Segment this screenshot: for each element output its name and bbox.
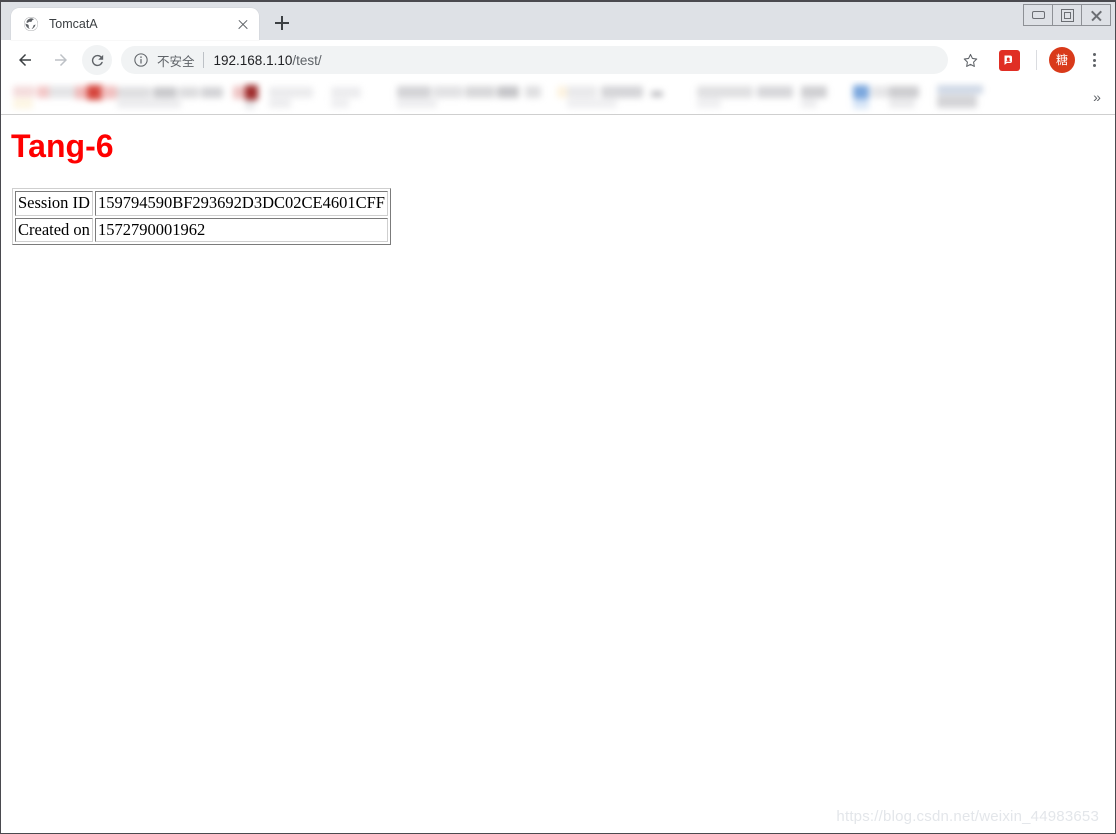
three-dots-icon — [1092, 53, 1096, 67]
bookmark-item[interactable] — [245, 85, 258, 100]
close-window-icon — [1090, 9, 1103, 22]
bookmark-item[interactable] — [937, 85, 983, 94]
bookmark-item[interactable] — [567, 99, 617, 108]
tab-strip: TomcatA — [1, 2, 1115, 40]
bookmark-item[interactable] — [117, 99, 181, 108]
watermark: https://blog.csdn.net/weixin_44983653 — [836, 808, 1099, 825]
bookmark-item[interactable] — [889, 86, 919, 98]
bookmark-item[interactable] — [525, 86, 541, 98]
restore-icon — [1060, 8, 1074, 22]
new-tab-button[interactable] — [267, 8, 297, 38]
globe-icon — [23, 16, 39, 32]
bookmark-item[interactable] — [397, 86, 431, 98]
bookmark-item[interactable] — [757, 86, 793, 98]
bookmark-item[interactable] — [13, 86, 35, 97]
session-id-label: Session ID — [15, 191, 93, 216]
back-button[interactable] — [10, 45, 40, 75]
tab-title: TomcatA — [49, 17, 98, 31]
bookmark-item[interactable] — [497, 86, 519, 98]
bookmark-item[interactable] — [937, 95, 977, 108]
arrow-right-icon — [55, 54, 67, 66]
bookmark-item[interactable] — [567, 86, 597, 98]
bookmark-item[interactable] — [889, 99, 915, 108]
url-host: 192.168.1.10 — [213, 52, 293, 68]
session-id-value: 159794590BF293692D3DC02CE4601CFF — [94, 191, 388, 216]
created-on-value: 1572790001962 — [94, 217, 388, 243]
omnibox-divider — [202, 52, 204, 68]
bookmark-item[interactable] — [117, 87, 151, 98]
info-circle-icon[interactable] — [133, 52, 149, 68]
bookmark-button[interactable] — [956, 46, 984, 74]
bookmark-item[interactable] — [397, 99, 437, 108]
page-title: Tang-6 — [11, 128, 114, 164]
bookmark-item[interactable] — [601, 86, 643, 98]
bookmark-item[interactable] — [153, 87, 177, 98]
table-row: Session ID 159794590BF293692D3DC02CE4601… — [15, 191, 388, 216]
bookmarks-blurred-content — [1, 80, 1115, 114]
minimize-icon — [1031, 11, 1045, 19]
window-controls — [1023, 4, 1111, 26]
bookmark-item[interactable] — [331, 99, 349, 108]
bookmark-item[interactable] — [651, 91, 663, 97]
star-icon — [963, 53, 977, 67]
bookmark-item[interactable] — [433, 86, 463, 98]
chrome-menu-button[interactable] — [1081, 45, 1107, 75]
bookmark-item[interactable] — [179, 87, 199, 98]
reload-button[interactable] — [82, 45, 112, 75]
bookmark-item[interactable] — [801, 99, 817, 108]
security-status-text: 不安全 — [157, 54, 195, 69]
page-content: Tang-6 Session ID 159794590BF293692D3DC0… — [1, 115, 1115, 833]
extension-icon — [998, 49, 1020, 71]
maximize-button[interactable] — [1053, 4, 1082, 26]
browser-tab[interactable]: TomcatA — [11, 8, 259, 40]
profile-button[interactable]: 糖 — [1047, 45, 1077, 75]
minimize-button[interactable] — [1023, 4, 1053, 26]
bookmark-item[interactable] — [871, 86, 891, 98]
reload-icon — [91, 54, 103, 66]
bookmarks-bar: » — [1, 80, 1115, 115]
avatar: 糖 — [1049, 47, 1075, 73]
bookmark-item[interactable] — [269, 99, 291, 108]
bookmark-item[interactable] — [697, 99, 721, 108]
bookmark-item[interactable] — [697, 86, 753, 98]
address-bar[interactable]: 不安全 192.168.1.10/test/ — [121, 46, 948, 74]
bookmark-item[interactable] — [269, 87, 313, 98]
forward-button[interactable] — [46, 45, 76, 75]
created-on-label: Created on — [15, 217, 93, 243]
bookmark-item[interactable] — [13, 98, 33, 109]
bookmark-item[interactable] — [853, 99, 869, 109]
bookmark-item[interactable] — [801, 86, 827, 98]
bookmark-item[interactable] — [101, 86, 117, 99]
bookmark-item[interactable] — [853, 85, 869, 99]
arrow-left-icon — [19, 54, 31, 66]
browser-window: TomcatA 不安全 192.168.1.10/test/ 糖 » Tang-… — [0, 0, 1116, 834]
bookmark-item[interactable] — [245, 100, 255, 109]
browser-toolbar: 不安全 192.168.1.10/test/ 糖 — [1, 40, 1115, 80]
close-window-button[interactable] — [1082, 4, 1111, 26]
table-row: Created on 1572790001962 — [15, 217, 388, 243]
url-path: /test/ — [292, 52, 322, 68]
bookmark-item[interactable] — [331, 87, 361, 98]
bookmark-item[interactable] — [465, 86, 495, 98]
extension-button[interactable] — [994, 45, 1024, 75]
bookmark-item[interactable] — [201, 87, 223, 98]
bookmarks-overflow-chevron-icon[interactable]: » — [1087, 87, 1107, 107]
url-text: 192.168.1.10/test/ — [214, 53, 936, 68]
session-info-table: Session ID 159794590BF293692D3DC02CE4601… — [12, 188, 391, 246]
close-icon[interactable] — [235, 16, 251, 32]
toolbar-divider — [1036, 50, 1037, 70]
